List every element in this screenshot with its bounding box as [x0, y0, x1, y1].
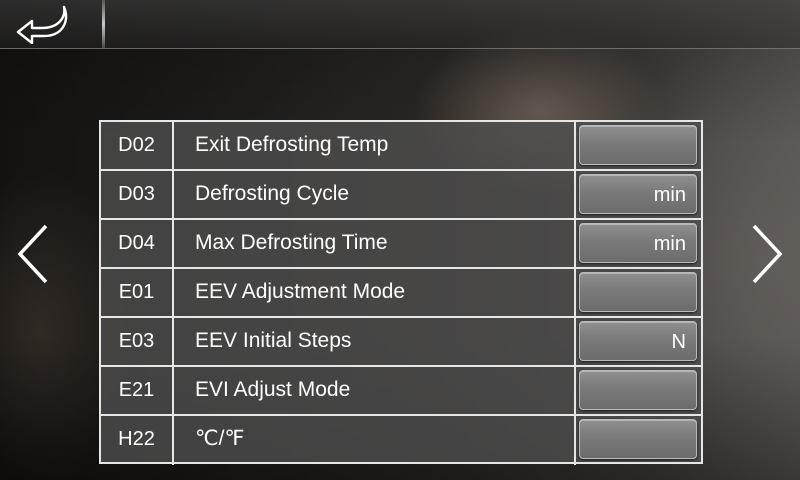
parameter-value-button[interactable]: N — [579, 321, 697, 361]
parameter-value-button[interactable]: min — [579, 223, 697, 263]
previous-page-button[interactable] — [16, 222, 52, 286]
parameter-row-h22: H22 ℃/℉ — [101, 416, 701, 465]
next-page-button[interactable] — [748, 222, 784, 286]
chevron-left-icon — [17, 224, 48, 284]
parameter-row-e01: E01 EEV Adjustment Mode — [101, 269, 701, 318]
parameter-unit: N — [671, 331, 686, 353]
parameter-code: D02 — [101, 122, 174, 169]
parameter-code: E03 — [101, 318, 174, 365]
top-bar — [0, 0, 800, 49]
parameter-name: EVI Adjust Mode — [174, 367, 576, 414]
parameter-row-d02: D02 Exit Defrosting Temp — [101, 122, 701, 171]
parameter-code: D04 — [101, 220, 174, 267]
back-button[interactable] — [14, 4, 72, 45]
parameter-value-button[interactable] — [579, 125, 697, 165]
parameter-name: Max Defrosting Time — [174, 220, 576, 267]
top-bar-divider — [102, 0, 105, 48]
parameter-name: Exit Defrosting Temp — [174, 122, 576, 169]
screen: D02 Exit Defrosting Temp D03 Defrosting … — [0, 0, 800, 480]
parameter-value-button[interactable] — [579, 419, 697, 459]
parameter-row-d04: D04 Max Defrosting Time min — [101, 220, 701, 269]
parameter-name: Defrosting Cycle — [174, 171, 576, 218]
chevron-right-icon — [752, 224, 783, 284]
parameter-code: E21 — [101, 367, 174, 414]
parameter-name: EEV Initial Steps — [174, 318, 576, 365]
parameter-row-e03: E03 EEV Initial Steps N — [101, 318, 701, 367]
back-arrow-icon — [16, 5, 68, 45]
parameter-row-e21: E21 EVI Adjust Mode — [101, 367, 701, 416]
parameter-value-button[interactable] — [579, 370, 697, 410]
parameter-code: E01 — [101, 269, 174, 316]
parameter-unit: min — [653, 184, 686, 206]
parameter-name: ℃/℉ — [174, 416, 576, 465]
parameter-value-button[interactable]: min — [579, 174, 697, 214]
parameter-value-button[interactable] — [579, 272, 697, 312]
parameter-code: H22 — [101, 416, 174, 465]
parameter-name: EEV Adjustment Mode — [174, 269, 576, 316]
parameter-row-d03: D03 Defrosting Cycle min — [101, 171, 701, 220]
parameter-table: D02 Exit Defrosting Temp D03 Defrosting … — [99, 120, 703, 465]
parameter-code: D03 — [101, 171, 174, 218]
parameter-unit: min — [653, 233, 686, 255]
